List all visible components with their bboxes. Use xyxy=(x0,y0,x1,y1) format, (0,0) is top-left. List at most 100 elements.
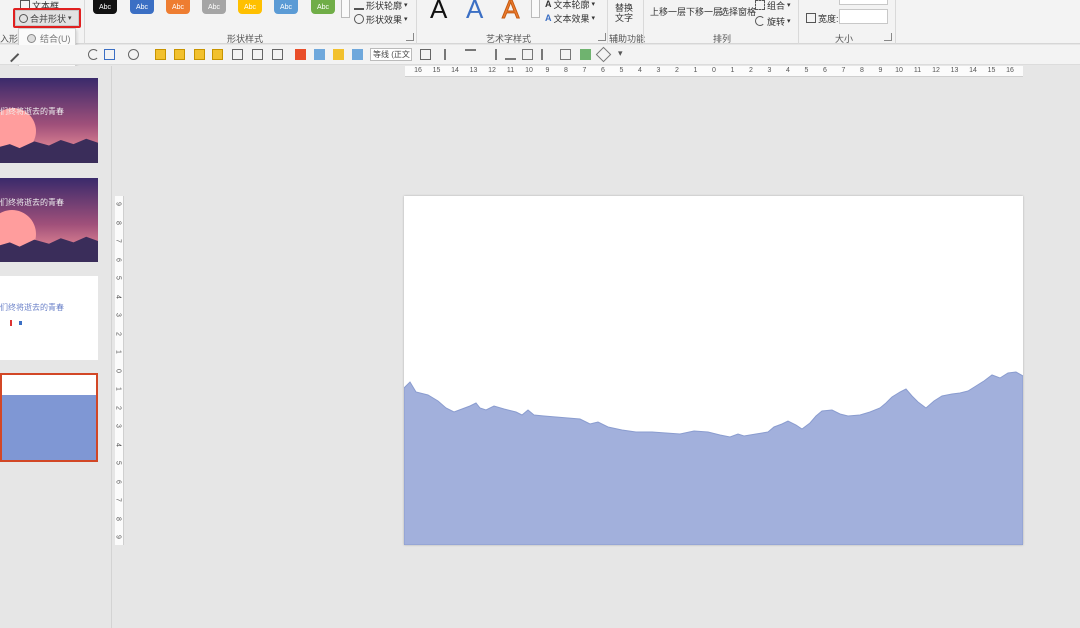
wordart-gallery-scroll[interactable] xyxy=(531,0,540,18)
wordart-orange-sample[interactable]: A xyxy=(501,0,519,25)
align-top-icon[interactable] xyxy=(541,49,552,60)
ruler-tick-label: 4 xyxy=(638,67,642,74)
align-icon[interactable] xyxy=(232,49,243,60)
text-effects-button[interactable]: A 文本效果 ▾ xyxy=(545,11,595,25)
ruler-tick-label: 11 xyxy=(506,67,515,74)
shape-style-swatch[interactable]: Abc xyxy=(202,0,226,14)
width-input[interactable] xyxy=(839,9,888,24)
group-divider xyxy=(607,0,608,44)
group-divider xyxy=(416,0,417,44)
chevron-down-icon: ▾ xyxy=(787,2,791,9)
arrow-icon[interactable] xyxy=(314,49,325,60)
customize-toolbar-icon[interactable]: ▾ xyxy=(618,48,623,59)
shape-style-swatch[interactable]: Abc xyxy=(311,0,335,14)
text-outline-icon: A xyxy=(545,0,552,9)
quick-toolbar: 等线 (正文 ▾ xyxy=(0,45,1080,65)
ruler-tick-label: 9 xyxy=(545,67,550,74)
wordart-blue-sample[interactable]: A xyxy=(466,0,483,25)
pen-icon[interactable] xyxy=(3,46,20,63)
ruler-tick-label: 16 xyxy=(1006,67,1014,74)
ruler-tick-label: 1 xyxy=(730,67,735,74)
shape-style-swatch[interactable]: Abc xyxy=(166,0,190,14)
thumbnail-title: 们终将逝去的青春 xyxy=(0,107,64,116)
shape-style-swatch[interactable]: Abc xyxy=(238,0,262,14)
rotate-icon[interactable] xyxy=(88,49,99,60)
send-backward-icon[interactable] xyxy=(174,49,185,60)
align-center-icon[interactable] xyxy=(465,49,476,60)
shape-outline-button[interactable]: 形状轮廓 ▾ xyxy=(354,0,408,12)
intersected-landscape-shape[interactable] xyxy=(404,196,1023,545)
thumbnail-mark xyxy=(10,320,12,326)
slide-canvas[interactable] xyxy=(404,196,1023,545)
width-field: 宽度: xyxy=(806,11,839,25)
align-right-icon[interactable] xyxy=(486,49,497,60)
ruler-tick-label: 16 xyxy=(414,67,422,74)
shape-style-swatch[interactable]: Abc xyxy=(274,0,298,14)
merge-menu-item-label: 结合(U) xyxy=(40,34,71,44)
bring-forward-icon[interactable] xyxy=(155,49,166,60)
group-button[interactable]: 组合 ▾ xyxy=(755,0,791,12)
send-backward-button[interactable]: 下移一层 xyxy=(686,4,722,18)
shape-effects-button[interactable]: 形状效果 ▾ xyxy=(354,12,408,26)
merge-option-icon xyxy=(27,34,36,43)
gallery-more-icon xyxy=(341,0,350,18)
ruler-tick-label: 13 xyxy=(950,67,959,74)
ungroup-icon[interactable] xyxy=(212,49,223,60)
text-effects-icon: A xyxy=(545,13,552,23)
eraser-icon[interactable] xyxy=(595,46,612,63)
wordart-black-sample[interactable]: A xyxy=(430,0,447,25)
group-divider xyxy=(895,0,896,44)
rotate-label: 旋转 xyxy=(767,16,786,27)
height-input[interactable] xyxy=(839,0,888,5)
align-bottom-icon[interactable] xyxy=(505,49,516,60)
group-divider xyxy=(643,0,644,44)
ruler-tick-label: 6 xyxy=(114,257,122,262)
image-icon[interactable] xyxy=(333,49,344,60)
shape-outline-label: 形状轮廓 xyxy=(366,0,403,11)
chevron-down-icon: ▾ xyxy=(591,15,596,22)
bring-forward-button[interactable]: 上移一层 xyxy=(650,4,686,18)
shape-icon[interactable] xyxy=(295,49,306,60)
ruler-tick-label: 9 xyxy=(114,535,122,539)
landscape-path xyxy=(404,371,1023,545)
dialog-launcher-icon[interactable] xyxy=(598,33,606,41)
ruler-tick-label: 7 xyxy=(114,498,122,502)
text-direction-icon[interactable] xyxy=(420,49,431,60)
chevron-down-icon: ▾ xyxy=(404,2,408,9)
ruler-tick-label: 6 xyxy=(601,67,605,74)
slide-thumbnail[interactable]: 们终将逝去的青春 xyxy=(0,276,98,360)
align-left-icon[interactable] xyxy=(444,49,455,60)
shape-style-swatch[interactable]: Abc xyxy=(130,0,154,14)
picture-icon[interactable] xyxy=(352,49,363,60)
send-backward-label: 下移一层 xyxy=(686,6,723,17)
slide-thumbnail-selected[interactable] xyxy=(0,373,98,462)
ruler-tick-label: 8 xyxy=(114,516,122,521)
group-icon[interactable] xyxy=(194,49,205,60)
slide-thumbnail[interactable]: 们终将逝去的青春 xyxy=(0,178,98,262)
distribute-icon[interactable] xyxy=(522,49,533,60)
align-middle-icon[interactable] xyxy=(560,49,571,60)
dialog-launcher-icon[interactable] xyxy=(884,33,892,41)
crop-icon[interactable] xyxy=(252,49,263,60)
shape-fill-icon[interactable] xyxy=(104,49,115,60)
shape-style-swatch[interactable]: Abc xyxy=(93,0,117,14)
rotate-button[interactable]: 旋转 ▾ xyxy=(755,14,791,28)
text-outline-button[interactable]: A 文本轮廓 ▾ xyxy=(545,0,595,11)
shape-outline-icon[interactable] xyxy=(128,49,139,60)
font-select[interactable]: 等线 (正文 xyxy=(370,48,412,61)
accessibility-group-label: 辅助功能 xyxy=(609,34,646,44)
wordart-styles-group-label: 艺术字样式 xyxy=(486,34,532,44)
group-divider xyxy=(798,0,799,44)
resize-icon[interactable] xyxy=(272,49,283,60)
gallery-scroll[interactable] xyxy=(341,0,350,18)
selection-pane-button[interactable]: 选择窗格 xyxy=(720,4,756,18)
dialog-launcher-icon[interactable] xyxy=(406,33,414,41)
format-painter-icon[interactable] xyxy=(580,49,591,60)
slide-thumbnail[interactable]: 们终将逝去的青春 xyxy=(0,78,98,163)
alt-text-button[interactable]: 替换 文字 xyxy=(615,3,633,27)
size-group-label: 大小 xyxy=(835,34,854,44)
ruler-tick-label: 14 xyxy=(451,67,459,74)
ruler-tick-label: 0 xyxy=(712,67,716,74)
effects-icon xyxy=(354,14,364,24)
ruler-tick-label: 0 xyxy=(114,368,122,373)
